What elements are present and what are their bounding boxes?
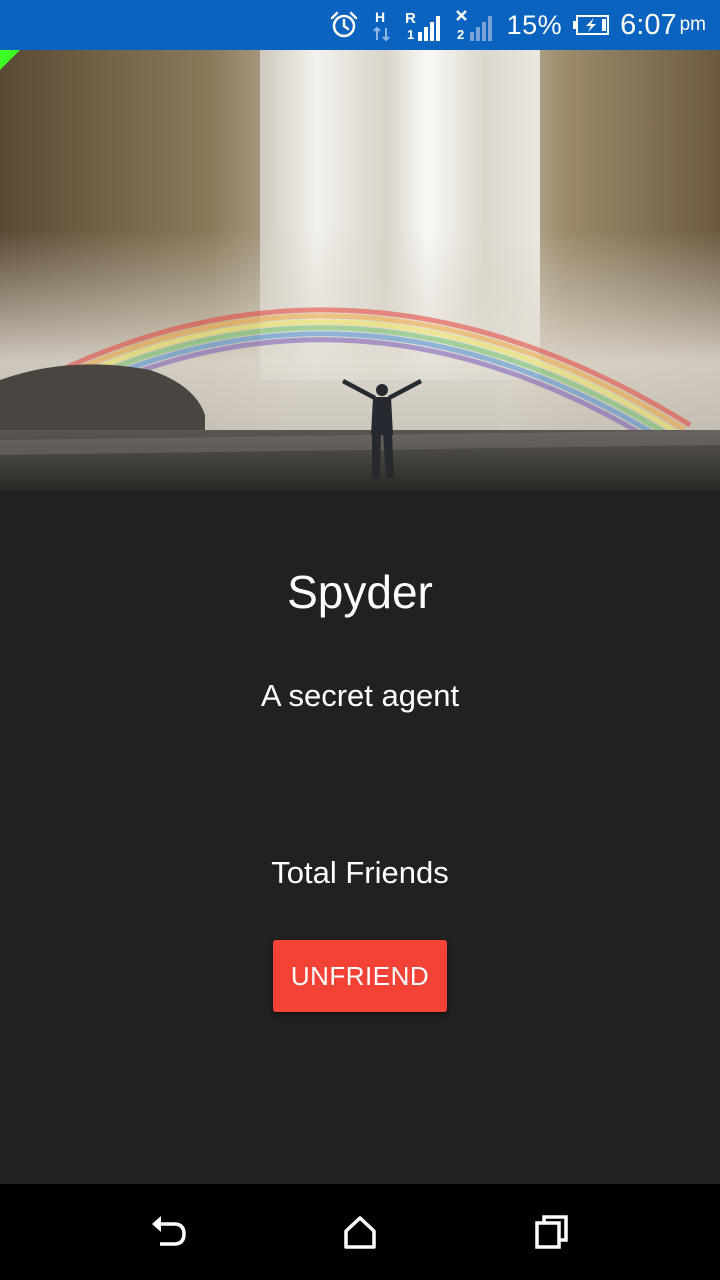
svg-text:2: 2: [457, 27, 464, 42]
clock: 6:07 pm: [620, 9, 706, 42]
recents-icon[interactable]: [522, 1202, 582, 1262]
status-bar-right: H R 1 2 15% 6:07 pm: [329, 0, 706, 50]
battery-percent: 15%: [506, 9, 563, 40]
status-bar: H R 1 2 15% 6:07 pm: [0, 0, 720, 50]
signal-sim2-icon: 2: [455, 8, 497, 42]
network-h-icon: H: [369, 8, 395, 42]
clock-time: 6:07: [620, 8, 677, 41]
svg-text:H: H: [375, 9, 385, 25]
profile-panel: Spyder A secret agent Total Friends UNFR…: [0, 490, 720, 1184]
total-friends-label: Total Friends: [271, 855, 449, 890]
profile-tagline: A secret agent: [260, 678, 460, 713]
clock-ampm: pm: [679, 14, 706, 35]
hero-image: [0, 50, 720, 490]
signal-sim1-icon: R 1: [405, 8, 445, 42]
svg-text:1: 1: [407, 27, 414, 42]
svg-text:R: R: [405, 10, 416, 27]
home-icon[interactable]: [330, 1202, 390, 1262]
back-icon[interactable]: [138, 1202, 198, 1262]
battery-charging-icon: [572, 14, 610, 36]
unfriend-button[interactable]: UNFRIEND: [273, 940, 447, 1012]
navigation-bar: [0, 1184, 720, 1280]
alarm-icon: [329, 10, 359, 40]
profile-name: Spyder: [287, 566, 433, 618]
